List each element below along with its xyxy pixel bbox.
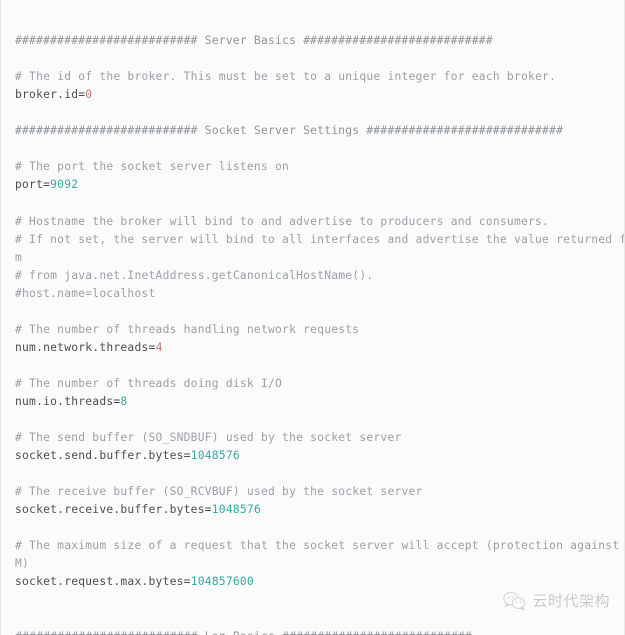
code-line-comment: # The number of threads handling network… bbox=[15, 321, 616, 339]
property-key: socket.send.buffer.bytes bbox=[15, 449, 184, 463]
comment-text: # Hostname the broker will bind to and a… bbox=[15, 214, 550, 228]
comment-text: # The number of threads handling network… bbox=[15, 322, 360, 336]
comment-text: #host.name=localhost bbox=[15, 286, 156, 300]
code-line-property: port=9092 bbox=[15, 176, 616, 194]
section-header-text: ########################## Socket Server… bbox=[15, 124, 564, 138]
property-key: socket.request.max.bytes bbox=[15, 575, 184, 589]
code-line-property: socket.request.max.bytes=104857600 bbox=[15, 573, 616, 591]
config-code-block[interactable]: ########################## Server Basics… bbox=[1, 0, 624, 635]
code-line-section-header: ########################## Log Basics ##… bbox=[15, 628, 616, 635]
code-line-section-header: ########################## Socket Server… bbox=[15, 122, 616, 140]
code-line-comment: M) bbox=[15, 555, 616, 573]
property-value: 1048576 bbox=[190, 449, 240, 463]
comment-text: # The maximum size of a request that the… bbox=[15, 539, 625, 553]
code-line-property: socket.receive.buffer.bytes=1048576 bbox=[15, 501, 616, 519]
comment-text: # If not set, the server will bind to al… bbox=[15, 232, 625, 246]
code-line-comment: # Hostname the broker will bind to and a… bbox=[15, 213, 616, 231]
code-line-property: socket.send.buffer.bytes=1048576 bbox=[15, 447, 616, 465]
code-line-comment: # The send buffer (SO_SNDBUF) used by th… bbox=[15, 429, 616, 447]
code-line-comment: # The receive buffer (SO_RCVBUF) used by… bbox=[15, 483, 616, 501]
comment-text: # The receive buffer (SO_RCVBUF) used by… bbox=[15, 485, 423, 499]
section-header-text: ########################## Server Basics… bbox=[15, 34, 493, 48]
code-line-section-header: ########################## Server Basics… bbox=[15, 32, 616, 50]
code-line-comment: # from java.net.InetAddress.getCanonical… bbox=[15, 267, 616, 285]
property-value: 0 bbox=[85, 88, 93, 102]
code-line-comment: # The id of the broker. This must be set… bbox=[15, 68, 616, 86]
comment-text: # from java.net.InetAddress.getCanonical… bbox=[15, 268, 374, 282]
property-value: 1048576 bbox=[211, 503, 261, 517]
config-file-viewer[interactable]: ########################## Server Basics… bbox=[0, 0, 625, 635]
code-line-comment: #host.name=localhost bbox=[15, 285, 616, 303]
property-operator: = bbox=[204, 503, 212, 517]
section-header-text: ########################## Log Basics ##… bbox=[15, 630, 472, 635]
comment-text: M) bbox=[15, 557, 30, 571]
property-value: 4 bbox=[155, 340, 163, 354]
code-line-comment: m bbox=[15, 249, 616, 267]
property-operator: = bbox=[148, 340, 156, 354]
property-key: socket.receive.buffer.bytes bbox=[15, 503, 205, 517]
comment-text: # The id of the broker. This must be set… bbox=[15, 70, 557, 84]
property-operator: = bbox=[183, 575, 191, 589]
code-line-comment: # The number of threads doing disk I/O bbox=[15, 375, 616, 393]
code-line-property: broker.id=0 bbox=[15, 86, 616, 104]
comment-text: m bbox=[15, 250, 23, 264]
code-line-comment: # The port the socket server listens on bbox=[15, 158, 616, 176]
property-value: 8 bbox=[120, 394, 128, 408]
property-key: num.io.threads bbox=[15, 394, 114, 408]
property-operator: = bbox=[183, 449, 191, 463]
code-line-comment: # If not set, the server will bind to al… bbox=[15, 231, 624, 249]
property-key: broker.id bbox=[15, 88, 79, 102]
comment-text: # The port the socket server listens on bbox=[15, 160, 290, 174]
property-value: 104857600 bbox=[190, 575, 254, 589]
code-line-property: num.io.threads=8 bbox=[15, 393, 616, 411]
property-key: port bbox=[15, 178, 44, 192]
comment-text: # The number of threads doing disk I/O bbox=[15, 376, 283, 390]
property-key: num.network.threads bbox=[15, 340, 149, 354]
comment-text: # The send buffer (SO_SNDBUF) used by th… bbox=[15, 431, 402, 445]
code-line-property: num.network.threads=4 bbox=[15, 339, 616, 357]
property-value: 9092 bbox=[50, 178, 79, 192]
code-line-comment: # The maximum size of a request that the… bbox=[15, 537, 619, 555]
